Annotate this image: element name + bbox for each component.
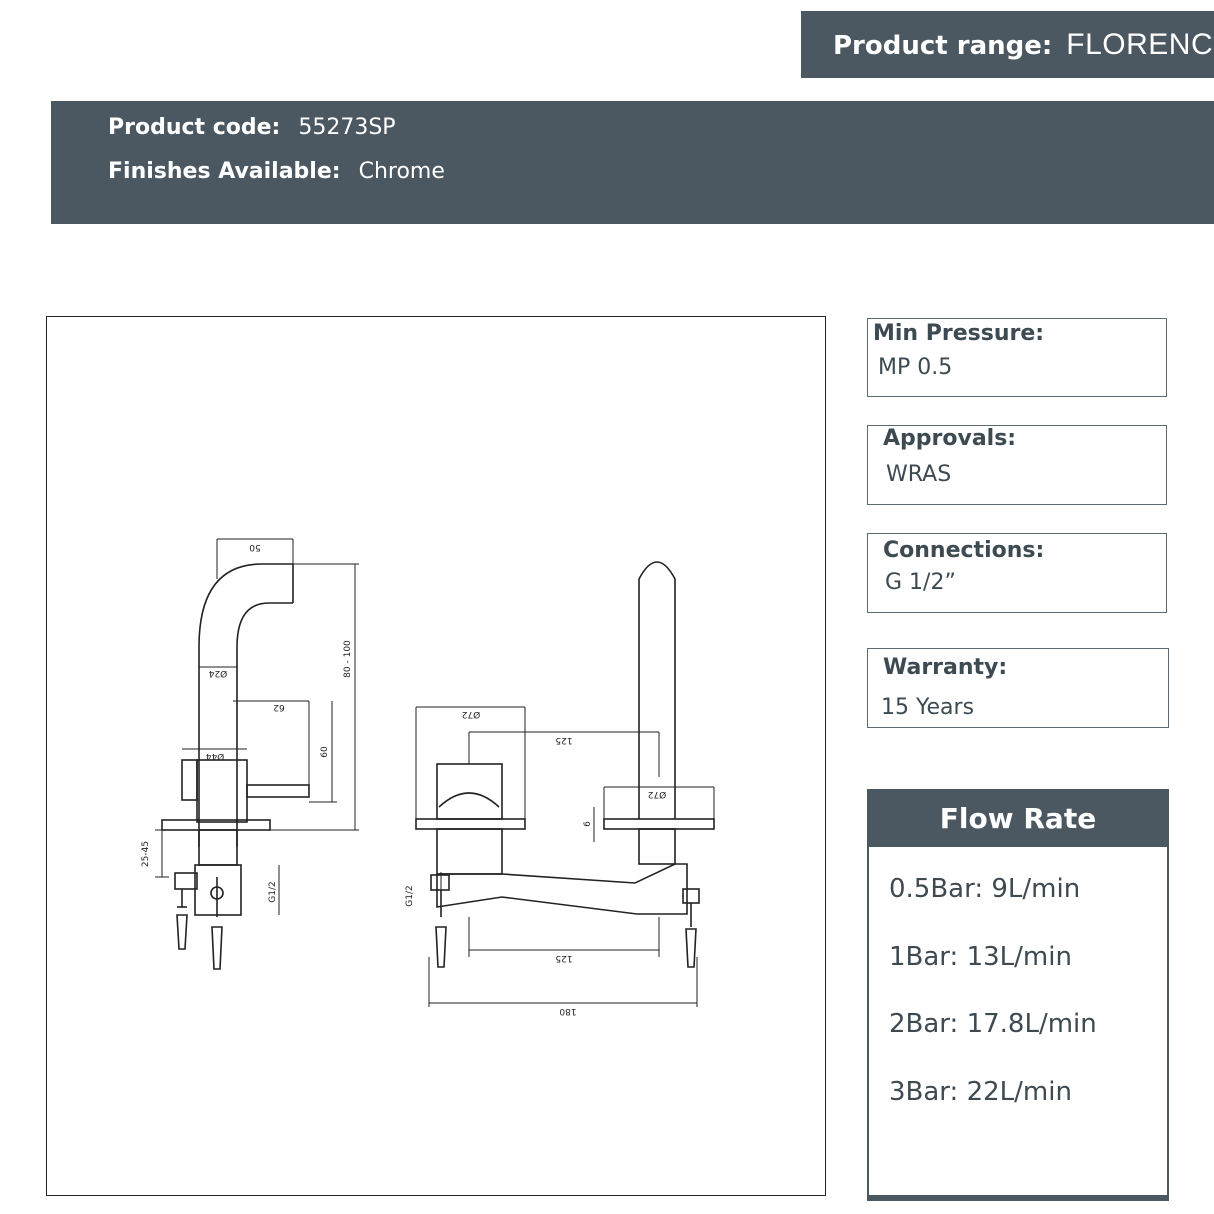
dim-spout-diameter: Ø24 (208, 668, 227, 679)
product-range-banner: Product range: FLORENCE (801, 11, 1214, 78)
approvals-label: Approvals: (883, 426, 1017, 451)
range-label: Product range: (833, 31, 1053, 61)
min-pressure-value: MP 0.5 (878, 355, 953, 380)
dim-spout-reach: 50 (249, 542, 261, 552)
warranty-value: 15 Years (881, 695, 975, 720)
flow-rate-item: 3Bar: 22L/min (889, 1077, 1072, 1107)
flow-rate-item: 0.5Bar: 9L/min (889, 874, 1081, 904)
dim-plate: 6 (583, 821, 593, 827)
code-label: Product code: (108, 115, 281, 140)
flow-rate-item: 2Bar: 17.8L/min (889, 1009, 1097, 1039)
min-pressure-label: Min Pressure: (873, 321, 1045, 346)
dim-deck-range: 25-45 (141, 841, 151, 867)
dim-centres-bottom: 125 (555, 953, 572, 963)
warranty-label: Warranty: (883, 655, 1008, 680)
approvals-value: WRAS (886, 462, 952, 487)
front-view: Ø72 125 Ø72 6 G1/2 125 180 (405, 561, 715, 1016)
connections-box: Connections: G 1/2” (867, 533, 1167, 613)
dim-thread-front: G1/2 (405, 885, 415, 906)
dim-body-diameter: Ø44 (205, 751, 224, 762)
dim-handle-diameter: Ø72 (462, 709, 481, 720)
dim-thread: G1/2 (268, 881, 278, 902)
dim-centres-top: 125 (555, 735, 572, 745)
technical-drawing: 50 Ø24 80 - 100 62 60 Ø44 25-45 G1/2 Ø72… (46, 316, 826, 1196)
finish-label: Finishes Available: (108, 159, 341, 184)
code-value: 55273SP (298, 115, 396, 140)
approvals-box: Approvals: WRAS (867, 425, 1167, 505)
drawing-svg: 50 Ø24 80 - 100 62 60 Ø44 25-45 G1/2 Ø72… (141, 538, 715, 1016)
dim-spout-base-diameter: Ø72 (648, 789, 667, 800)
finish-value: Chrome (358, 159, 445, 184)
warranty-box: Warranty: 15 Years (867, 648, 1169, 728)
flow-rate-item: 1Bar: 13L/min (889, 942, 1072, 972)
dim-overall: 180 (559, 1006, 576, 1016)
side-view: 50 Ø24 80 - 100 62 60 Ø44 25-45 G1/2 (141, 538, 359, 970)
dim-height: 80 - 100 (343, 640, 353, 678)
connections-value: G 1/2” (885, 570, 956, 595)
product-info-banner: Product code: 55273SP Finishes Available:… (51, 101, 1214, 224)
dim-lever-reach: 62 (273, 702, 284, 712)
flow-rate-title: Flow Rate (869, 791, 1167, 847)
dim-lever-height: 60 (320, 746, 330, 758)
range-value: FLORENCE (1066, 28, 1214, 61)
connections-label: Connections: (883, 538, 1045, 563)
side-dimensions (155, 538, 359, 915)
flow-rate-panel: Flow Rate 0.5Bar: 9L/min 1Bar: 13L/min 2… (867, 789, 1169, 1201)
min-pressure-box: Min Pressure: MP 0.5 (867, 318, 1167, 397)
